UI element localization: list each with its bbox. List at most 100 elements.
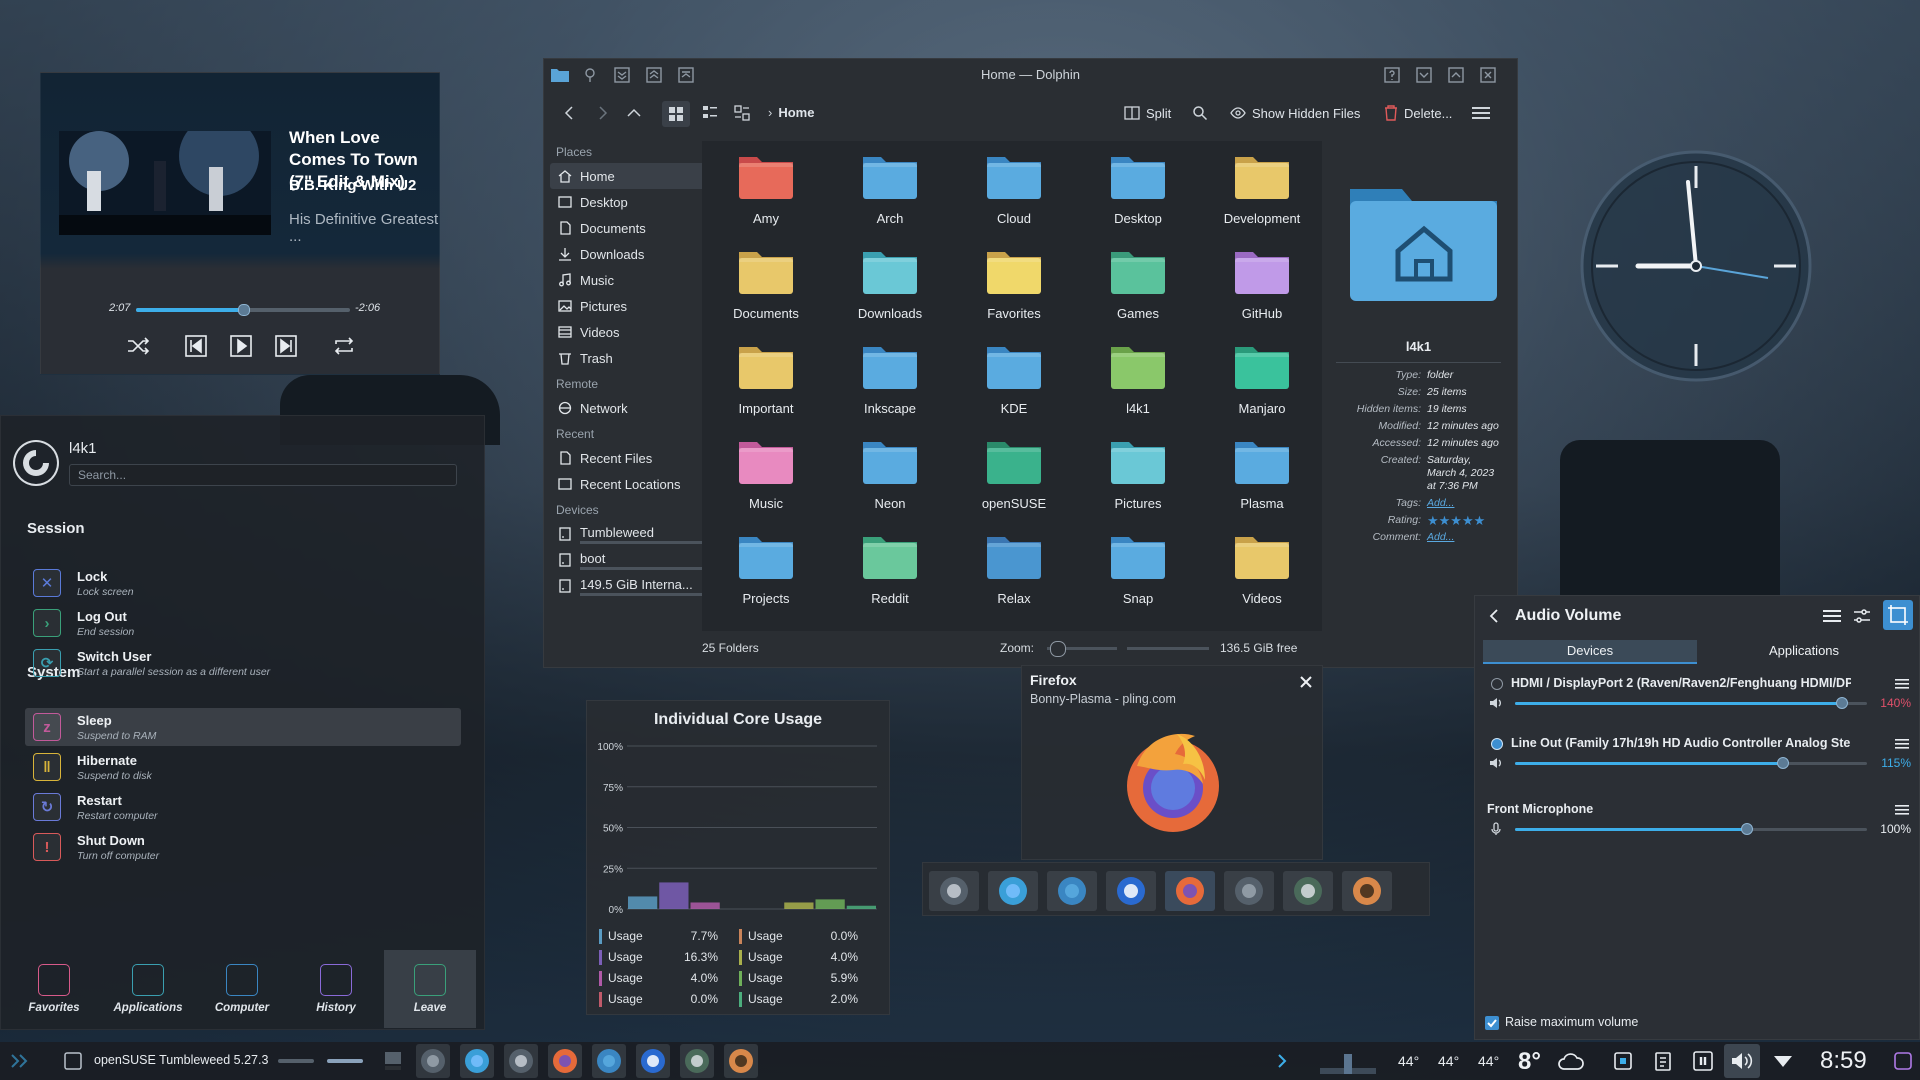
- folder-item-cloud[interactable]: Cloud: [952, 145, 1076, 241]
- avatar[interactable]: [13, 440, 59, 486]
- app-launcher-icon[interactable]: [4, 1046, 34, 1076]
- folder-item-kde[interactable]: KDE: [952, 335, 1076, 431]
- session-item-log-out[interactable]: › Log Out End session: [25, 604, 461, 642]
- default-device-radio[interactable]: [1491, 738, 1503, 750]
- tab-history[interactable]: History: [290, 950, 382, 1028]
- back-icon[interactable]: [562, 105, 578, 121]
- breadcrumb-home[interactable]: Home: [778, 105, 814, 120]
- delete-button[interactable]: Delete...: [1384, 105, 1452, 121]
- hamburger-menu-icon[interactable]: [1472, 105, 1490, 121]
- folder-item-inkscape[interactable]: Inkscape: [828, 335, 952, 431]
- temperature-reading[interactable]: 44°: [1438, 1053, 1459, 1069]
- default-device-radio[interactable]: [1491, 678, 1503, 690]
- microphone-icon[interactable]: [1489, 822, 1503, 836]
- folder-item-manjaro[interactable]: Manjaro: [1200, 335, 1324, 431]
- taskbar-system-info-icon[interactable]: [680, 1044, 714, 1078]
- folder-item-relax[interactable]: Relax: [952, 525, 1076, 621]
- volume-slider[interactable]: [1515, 757, 1867, 769]
- tab-applications[interactable]: Applications: [1697, 640, 1911, 664]
- pager-indicator[interactable]: [327, 1059, 363, 1063]
- folder-item-github[interactable]: GitHub: [1200, 240, 1324, 336]
- clipboard-icon[interactable]: [1648, 1046, 1678, 1076]
- volume-slider-handle[interactable]: [1741, 823, 1754, 835]
- shop-icon[interactable]: [988, 871, 1038, 911]
- session-item-hibernate[interactable]: ‖ Hibernate Suspend to disk: [25, 748, 461, 786]
- files-icon[interactable]: [1047, 871, 1097, 911]
- kde-connect-icon[interactable]: [1268, 1046, 1298, 1076]
- icons-view-icon[interactable]: [662, 101, 690, 127]
- taskbar-settings-icon[interactable]: [416, 1044, 450, 1078]
- session-item-restart[interactable]: ↻ Restart Restart computer: [25, 788, 461, 826]
- taskbar-firefox-icon[interactable]: [548, 1044, 582, 1078]
- tab-computer[interactable]: Computer: [196, 950, 288, 1028]
- speaker-icon[interactable]: [1489, 696, 1503, 710]
- add-comment-link[interactable]: Add...: [1427, 531, 1454, 544]
- chromium-icon[interactable]: [1106, 871, 1156, 911]
- temperature-reading[interactable]: 44°: [1398, 1053, 1419, 1069]
- window-titlebar[interactable]: Home — Dolphin: [544, 59, 1517, 91]
- taskbar-gimp-icon[interactable]: [724, 1044, 758, 1078]
- folder-item-documents[interactable]: Documents: [704, 240, 828, 336]
- cloud-icon[interactable]: [1556, 1046, 1586, 1076]
- seek-handle[interactable]: [238, 304, 250, 316]
- speaker-icon[interactable]: [1489, 756, 1503, 770]
- taskbar-konsole-icon[interactable]: [504, 1044, 538, 1078]
- volume-slider[interactable]: [1515, 697, 1867, 709]
- folder-item-music[interactable]: Music: [704, 430, 828, 526]
- rating-stars[interactable]: ★★★★★: [1427, 514, 1485, 527]
- close-icon[interactable]: [1298, 674, 1314, 690]
- minimize-icon[interactable]: [1416, 67, 1432, 83]
- firefox-icon[interactable]: [1165, 871, 1215, 911]
- taskbar-files-icon[interactable]: [592, 1044, 626, 1078]
- active-window-title[interactable]: openSUSE Tumbleweed 5.27.3: [94, 1053, 268, 1067]
- screen-icon[interactable]: [1608, 1046, 1638, 1076]
- session-item-sleep[interactable]: z Sleep Suspend to RAM: [25, 708, 461, 746]
- configure-icon[interactable]: [1853, 608, 1871, 624]
- tab-applications[interactable]: Applications: [102, 950, 194, 1028]
- temperature-reading[interactable]: 44°: [1478, 1053, 1499, 1069]
- compact-view-icon[interactable]: [702, 105, 718, 121]
- folder-item-reddit[interactable]: Reddit: [828, 525, 952, 621]
- folder-item-amy[interactable]: Amy: [704, 145, 828, 241]
- folder-item-plasma[interactable]: Plasma: [1200, 430, 1324, 526]
- repeat-icon[interactable]: [331, 333, 357, 359]
- folder-item-neon[interactable]: Neon: [828, 430, 952, 526]
- show-hidden-button[interactable]: Show Hidden Files: [1230, 105, 1360, 121]
- folder-item-snap[interactable]: Snap: [1076, 525, 1200, 621]
- play-icon[interactable]: [228, 333, 254, 359]
- pager-indicator[interactable]: [278, 1059, 314, 1063]
- tab-favorites[interactable]: Favorites: [8, 950, 100, 1028]
- up-icon[interactable]: [626, 105, 642, 121]
- folder-item-projects[interactable]: Projects: [704, 525, 828, 621]
- breadcrumb[interactable]: › Home: [768, 105, 814, 120]
- details-view-icon[interactable]: [734, 105, 750, 121]
- search-icon[interactable]: [1192, 105, 1208, 121]
- folder-item-downloads[interactable]: Downloads: [828, 240, 952, 336]
- raise-volume-checkbox[interactable]: [1485, 1016, 1499, 1030]
- split-button[interactable]: Split: [1124, 105, 1171, 121]
- close-icon[interactable]: [1480, 67, 1496, 83]
- folder-item-desktop[interactable]: Desktop: [1076, 145, 1200, 241]
- pause-icon[interactable]: [1688, 1046, 1718, 1076]
- session-item-lock[interactable]: ✕ Lock Lock screen: [25, 564, 461, 602]
- taskbar-shop-icon[interactable]: [460, 1044, 494, 1078]
- folder-item-videos[interactable]: Videos: [1200, 525, 1324, 621]
- volume-icon[interactable]: [1724, 1044, 1760, 1078]
- zoom-handle[interactable]: [1050, 641, 1066, 657]
- folder-item-l4k1[interactable]: l4k1: [1076, 335, 1200, 431]
- folder-item-development[interactable]: Development: [1200, 145, 1324, 241]
- taskbar-chromium-icon[interactable]: [636, 1044, 670, 1078]
- back-icon[interactable]: [1487, 608, 1503, 624]
- system-info-icon[interactable]: [1283, 871, 1333, 911]
- device-menu-icon[interactable]: [1895, 804, 1909, 816]
- folder-item-games[interactable]: Games: [1076, 240, 1200, 336]
- chevron-down-icon[interactable]: [1768, 1046, 1798, 1076]
- tab-leave[interactable]: Leave: [384, 950, 476, 1028]
- desktop-icon[interactable]: [378, 1046, 408, 1076]
- previous-track-icon[interactable]: [183, 333, 209, 359]
- volume-slider-handle[interactable]: [1836, 697, 1849, 709]
- folder-item-important[interactable]: Important: [704, 335, 828, 431]
- folder-item-arch[interactable]: Arch: [828, 145, 952, 241]
- next-track-icon[interactable]: [273, 333, 299, 359]
- forward-icon[interactable]: [594, 105, 610, 121]
